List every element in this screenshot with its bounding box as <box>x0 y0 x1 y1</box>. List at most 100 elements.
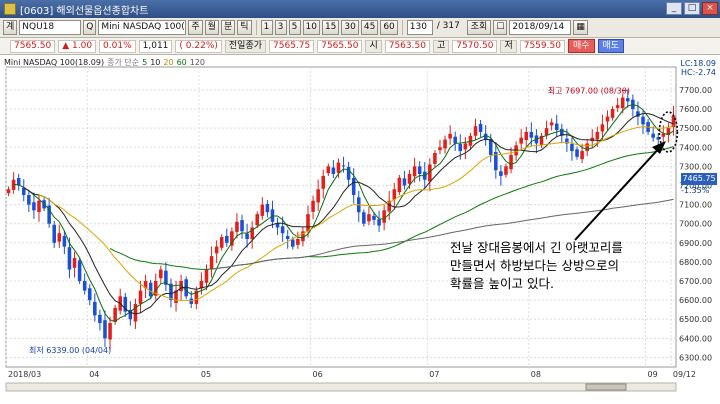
minute-60-button[interactable]: 60 <box>380 20 398 35</box>
period-minute-button[interactable]: 분 <box>220 20 236 35</box>
count-ratio: / 317 <box>436 21 460 31</box>
current-price: 7565.50 <box>10 39 56 53</box>
candle-body <box>488 139 493 155</box>
x-tick-label: 07 <box>429 370 439 379</box>
candle-body <box>570 144 574 152</box>
low-value: 7559.50 <box>519 39 565 53</box>
scrollbar-thumb <box>585 383 627 391</box>
close-button[interactable]: × <box>702 2 718 15</box>
y-tick-label: 6400.00 <box>679 334 712 343</box>
candle-body <box>600 124 605 132</box>
count-input[interactable]: 130 <box>406 20 433 35</box>
quote-bar: 7565.50 ▲ 1.00 0.01% 1,011 ( 0.22%) 전일종가… <box>0 38 720 55</box>
y-tick-label: 7600.00 <box>679 105 712 114</box>
calendar-icon[interactable]: ▦ <box>573 20 588 35</box>
candle-body <box>265 204 270 213</box>
maximize-button[interactable]: □ <box>684 2 700 15</box>
candle-body <box>346 166 351 180</box>
volume-percent: ( 0.22%) <box>175 39 222 53</box>
candle-body <box>529 131 534 138</box>
buy-button[interactable]: 매수 <box>567 39 595 53</box>
candle-body <box>412 166 417 177</box>
legend-ma120: 120 <box>189 58 206 67</box>
candle-body <box>77 260 82 282</box>
candle-body <box>590 137 595 142</box>
period-tick-button[interactable]: 틱 <box>237 20 252 35</box>
search-icon[interactable]: Q <box>83 20 97 35</box>
candle-body <box>52 224 56 243</box>
minute-30-button[interactable]: 30 <box>341 20 359 35</box>
y-tick-label: 7300.00 <box>679 162 712 171</box>
candle-body <box>67 247 72 270</box>
last-price-tag: 7465.75 <box>681 173 717 185</box>
candle-body <box>72 258 77 268</box>
candle-body <box>225 235 229 243</box>
change-percent: 0.01% <box>99 39 136 53</box>
legend-ma-type: 종가 단순 <box>107 58 140 67</box>
prev-close-label: 전일종가 <box>224 39 267 53</box>
y-tick-label: 7400.00 <box>679 143 712 152</box>
period-day-button[interactable]: 주 <box>188 20 203 35</box>
candle-body <box>620 97 625 109</box>
candle-body <box>433 152 437 164</box>
minute-45-button[interactable]: 45 <box>360 20 379 35</box>
minute-1-button[interactable]: 1 <box>260 20 273 35</box>
candle-body <box>306 214 310 232</box>
y-tick-label: 7100.00 <box>679 201 712 210</box>
x-tick-label: 06 <box>313 370 323 379</box>
query-button[interactable]: 조회 <box>466 20 492 35</box>
candle-body <box>57 233 62 242</box>
date-input[interactable]: 2018/09/14 <box>509 20 572 35</box>
candle-body <box>214 246 219 254</box>
y-tick-label: 7500.00 <box>679 124 712 133</box>
minute-5-button[interactable]: 5 <box>288 20 301 35</box>
checkbox-icon[interactable]: ☐ <box>493 20 508 35</box>
candle-body <box>311 200 315 212</box>
candle-body <box>62 236 67 247</box>
candle-body <box>473 126 478 136</box>
candle-body <box>98 314 102 324</box>
y-tick-label: 7700.00 <box>679 86 712 95</box>
candle-body <box>615 105 620 108</box>
y-tick-label: 6300.00 <box>679 353 712 362</box>
candle-body <box>509 154 513 170</box>
candle-body <box>519 137 523 144</box>
candle-body <box>575 149 579 157</box>
candle-body <box>336 162 341 173</box>
candle-body <box>417 166 422 175</box>
instrument-name: Mini NASDAQ 100(18.0 <box>98 20 187 35</box>
x-tick-label: 2018/03 <box>8 370 41 379</box>
high-value: 7570.50 <box>452 39 498 53</box>
minute-15-button[interactable]: 15 <box>321 20 340 35</box>
window-title: [0603] 해외선물옵션종합차트 <box>20 5 149 17</box>
candle-body <box>448 133 452 139</box>
candle-body <box>554 123 559 131</box>
candle-body <box>544 128 549 136</box>
chart-panel[interactable]: 6300.00 6400.00 6500.00 6600.00 6700.00 6800.… <box>0 55 720 404</box>
toolbar-separator <box>401 20 403 35</box>
volume: 1,011 <box>138 39 173 53</box>
annotation-line-3: 확률을 높이고 있다. <box>450 276 554 291</box>
chart-toolbar: 계 NQU18 Q Mini NASDAQ 100(18.0 주 월 분 틱 1… <box>0 18 720 38</box>
minute-10-button[interactable]: 10 <box>302 20 320 35</box>
x-tick-label: 05 <box>201 370 211 379</box>
candle-body <box>296 238 300 245</box>
chart-legend: Mini NASDAQ 100(18.09) 종가 단순 5 10 20 60 … <box>4 57 205 68</box>
account-type-button[interactable]: 계 <box>3 20 18 35</box>
candle-body <box>93 301 97 316</box>
candle-body <box>463 143 468 150</box>
minute-3-button[interactable]: 3 <box>274 20 287 35</box>
candle-body <box>382 210 386 223</box>
title-bar: [0603] 해외선물옵션종합차트 _ □ × <box>0 0 720 18</box>
minimize-button[interactable]: _ <box>666 2 682 15</box>
price-chart[interactable]: 6300.00 6400.00 6500.00 6600.00 6700.00 6800.… <box>0 55 720 404</box>
legend-ma20: 20 <box>163 58 174 67</box>
code-input[interactable]: NQU18 <box>19 20 82 35</box>
sell-button[interactable]: 매도 <box>597 39 625 53</box>
candle-body <box>204 269 209 283</box>
candle-body <box>280 226 285 234</box>
candle-body <box>159 269 163 279</box>
candle-body <box>21 187 26 196</box>
period-month-button[interactable]: 월 <box>204 20 219 35</box>
candle-body <box>372 215 376 220</box>
